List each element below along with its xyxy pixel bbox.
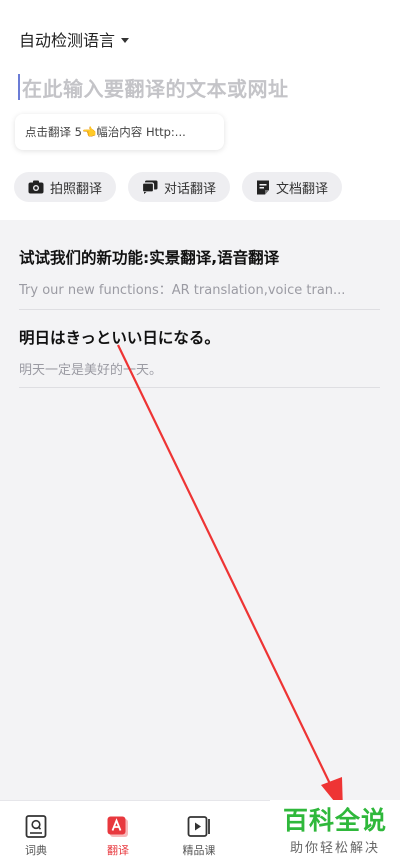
watermark-logo: 百科全说 助你轻松解决 (270, 800, 400, 863)
history-item[interactable]: 明日はきっといい日になる。 明天一定是美好的一天。 (19, 326, 380, 388)
history-item-subtitle: Try our new functions：AR translation,voi… (19, 283, 346, 298)
history-item-title: 明日はきっといい日になる。 (19, 329, 220, 347)
chevron-down-icon (121, 37, 130, 43)
translate-mode-actions: 拍照翻译 对话翻译 文档翻译 (14, 172, 343, 202)
document-icon (257, 180, 270, 194)
tab-dictionary-label: 词典 (25, 844, 47, 857)
watermark-title: 百科全说 (282, 806, 387, 835)
conversation-translate-label: 对话翻译 (164, 181, 217, 197)
tab-translate[interactable]: 翻译 (96, 815, 140, 858)
tab-courses-label: 精品课 (182, 844, 216, 857)
translate-panel: 自动检测语言 在此输入要翻译的文本或网址 点击翻译 5👈幅治内容 Http:..… (0, 0, 400, 220)
watermark-subtitle: 助你轻松解决 (289, 841, 380, 856)
document-translate-label: 文档翻译 (276, 181, 329, 197)
chat-icon (142, 180, 158, 194)
text-cursor (18, 74, 20, 100)
tab-courses[interactable]: 精品课 (177, 815, 221, 858)
history-item-subtitle: 明天一定是美好的一天。 (19, 363, 163, 378)
conversation-translate-button[interactable]: 对话翻译 (128, 172, 231, 202)
photo-translate-label: 拍照翻译 (50, 181, 103, 197)
translate-icon (107, 816, 128, 837)
dictionary-icon (25, 815, 47, 838)
tab-translate-label: 翻译 (107, 844, 129, 857)
history-item[interactable]: 试试我们的新功能:实景翻译,语音翻译 Try our new functions… (19, 246, 380, 310)
video-course-icon (187, 816, 210, 837)
camera-icon (28, 180, 44, 194)
clipboard-hint-text: 点击翻译 5👈幅治内容 Http:... (25, 125, 186, 139)
language-select[interactable]: 自动检测语言 (19, 27, 130, 51)
photo-translate-button[interactable]: 拍照翻译 (14, 172, 117, 202)
translate-input[interactable]: 在此输入要翻译的文本或网址 (18, 70, 388, 104)
document-translate-button[interactable]: 文档翻译 (242, 172, 343, 202)
language-select-label: 自动检测语言 (19, 31, 116, 50)
input-placeholder: 在此输入要翻译的文本或网址 (22, 76, 289, 101)
history-item-title: 试试我们的新功能:实景翻译,语音翻译 (19, 249, 280, 267)
clipboard-hint-card[interactable]: 点击翻译 5👈幅治内容 Http:... (15, 114, 224, 150)
translation-history: 试试我们的新功能:实景翻译,语音翻译 Try our new functions… (0, 220, 400, 800)
tab-dictionary[interactable]: 词典 (14, 815, 58, 858)
